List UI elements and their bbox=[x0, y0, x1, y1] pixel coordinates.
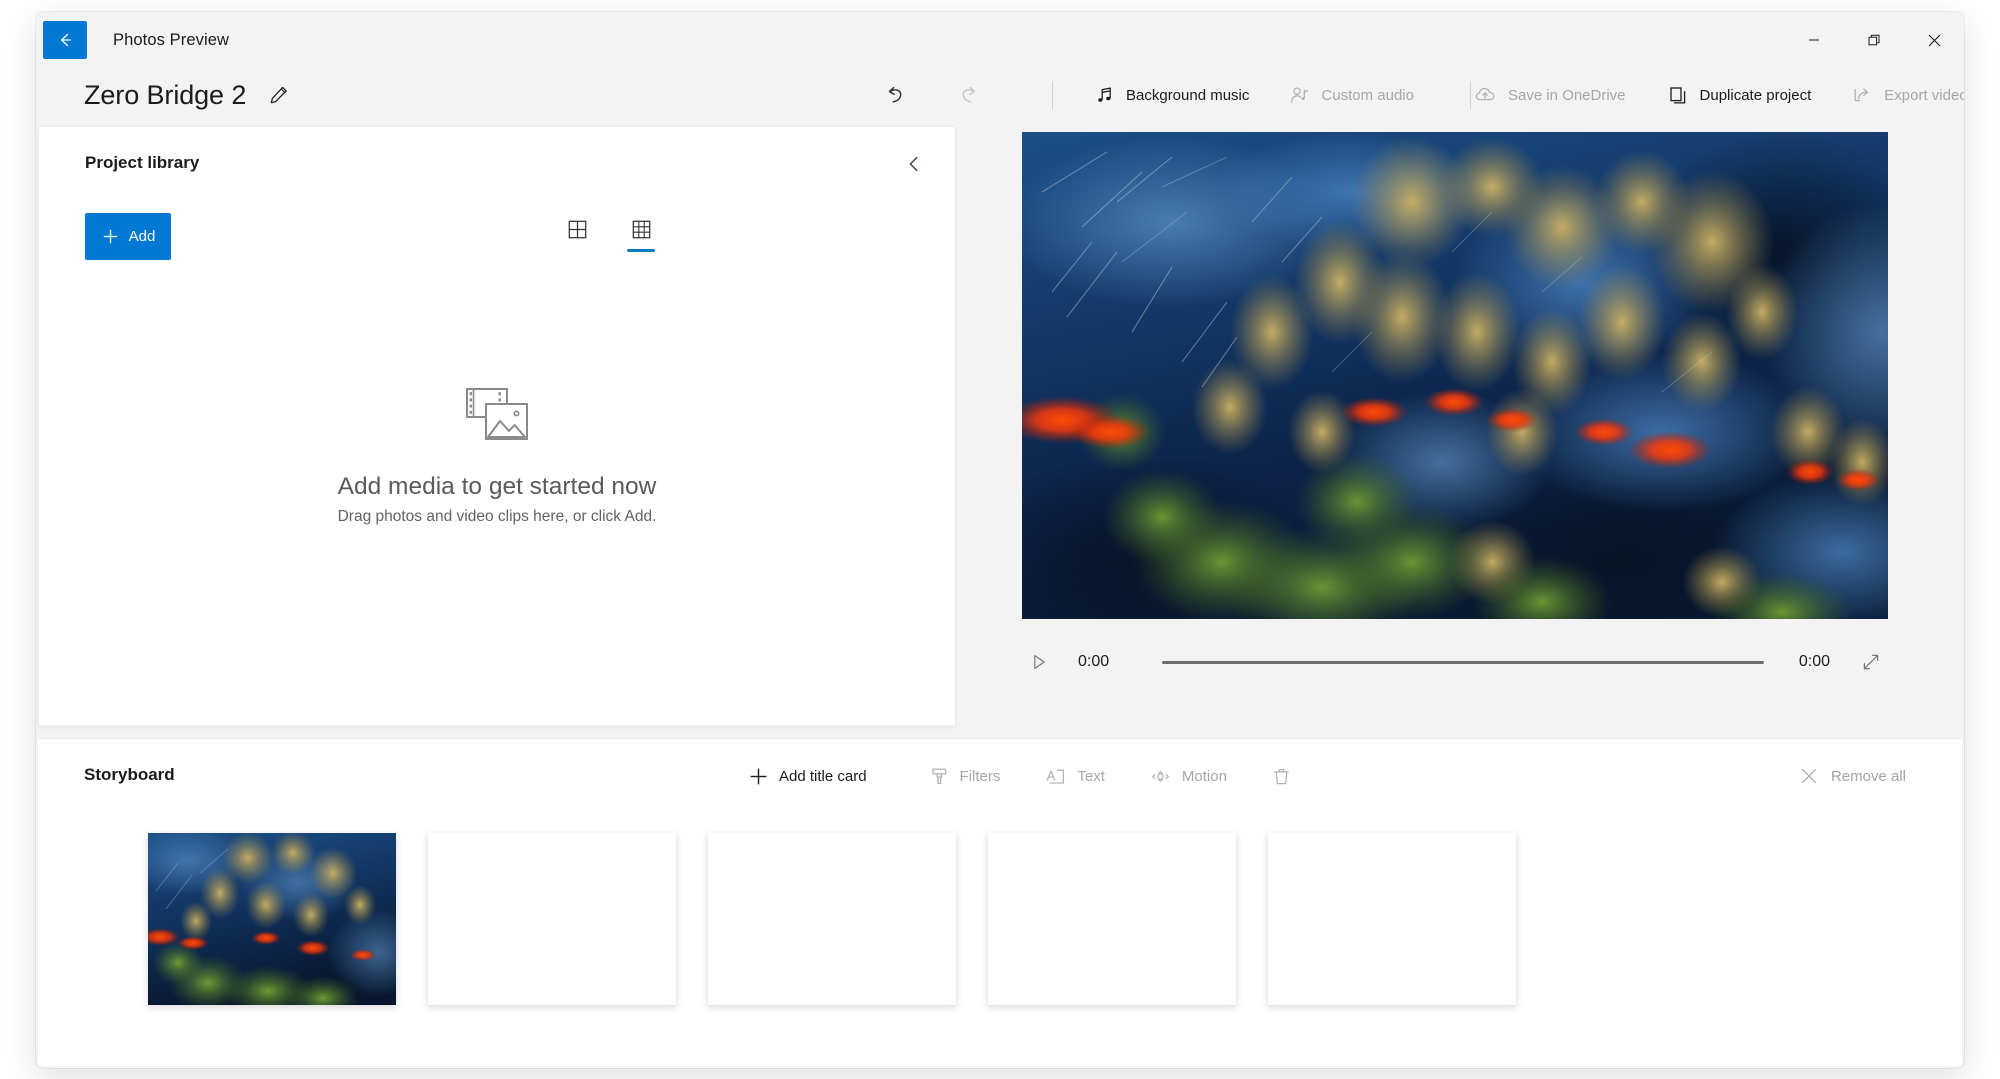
scrubber-track bbox=[1162, 660, 1764, 664]
storyboard-header: Storyboard Add title card Filters Text M… bbox=[38, 739, 1962, 815]
tool-label: Export video bbox=[1884, 86, 1964, 104]
storyboard-toolbar: Add title card Filters Text Motion bbox=[738, 757, 1312, 795]
filters-button[interactable]: Filters bbox=[919, 757, 1011, 795]
back-arrow-icon bbox=[60, 33, 72, 47]
view-toggle-underline bbox=[563, 249, 591, 252]
window-controls bbox=[1784, 12, 1964, 68]
storyboard-panel: Storyboard Add title card Filters Text M… bbox=[38, 738, 1962, 1066]
media-placeholder-icon bbox=[466, 388, 528, 440]
project-name-group: Zero Bridge 2 bbox=[84, 80, 294, 111]
large-thumbnail-view-toggle[interactable] bbox=[559, 219, 595, 252]
storyboard-card-1[interactable] bbox=[148, 833, 396, 1005]
toolbar-divider bbox=[1052, 81, 1053, 109]
add-title-card-button[interactable]: Add title card bbox=[738, 757, 877, 795]
chevron-left-icon bbox=[909, 157, 918, 171]
current-time-label: 0:00 bbox=[1078, 653, 1110, 670]
play-button[interactable] bbox=[1022, 645, 1056, 679]
background-music-button[interactable]: Background music bbox=[1084, 76, 1259, 114]
empty-state-title: Add media to get started now bbox=[337, 473, 657, 500]
undo-icon bbox=[888, 86, 902, 103]
remove-all-button[interactable]: Remove all bbox=[1789, 757, 1916, 795]
close-x-icon bbox=[1801, 768, 1817, 784]
tool-label: Save in OneDrive bbox=[1507, 86, 1626, 104]
minimize-button[interactable] bbox=[1784, 12, 1844, 68]
desktop-backdrop: Photos Preview Zero Bridge 2 Background … bbox=[0, 0, 2000, 1079]
title-bar: Photos Preview bbox=[36, 12, 1964, 68]
restore-icon bbox=[1868, 34, 1879, 45]
add-media-label: Add bbox=[128, 228, 156, 245]
total-time-label: 0:00 bbox=[1798, 653, 1830, 670]
pencil-icon bbox=[270, 86, 288, 104]
trash-icon bbox=[1274, 768, 1289, 784]
music-note-icon bbox=[1098, 86, 1111, 102]
share-export-icon bbox=[1854, 88, 1869, 102]
wildfire-aerial-photo bbox=[1022, 132, 1888, 619]
sb-tool-label: Text bbox=[1077, 767, 1105, 785]
tool-label: Custom audio bbox=[1321, 86, 1414, 104]
redo-icon bbox=[962, 86, 976, 103]
grid-2x2-icon bbox=[568, 220, 586, 239]
photos-app-window: Photos Preview Zero Bridge 2 Background … bbox=[36, 12, 1964, 1068]
undo-button[interactable] bbox=[878, 78, 912, 112]
remove-all-label: Remove all bbox=[1830, 767, 1906, 785]
rename-project-button[interactable] bbox=[264, 80, 294, 110]
small-thumbnail-view-toggle[interactable] bbox=[623, 219, 659, 252]
app-title: Photos Preview bbox=[113, 30, 230, 49]
minimize-icon bbox=[1809, 39, 1819, 41]
duplicate-project-button[interactable]: Duplicate project bbox=[1658, 76, 1822, 114]
collapse-library-button[interactable] bbox=[895, 145, 933, 183]
library-view-toggles bbox=[559, 219, 659, 252]
play-triangle-icon bbox=[1034, 655, 1045, 669]
storyboard-card-4[interactable] bbox=[988, 833, 1236, 1005]
video-preview-pane: 0:00 0:00 bbox=[976, 112, 1964, 670]
storyboard-card-2[interactable] bbox=[428, 833, 676, 1005]
view-toggle-underline bbox=[627, 249, 655, 252]
playback-controls: 0:00 0:00 bbox=[1022, 642, 1888, 682]
video-preview-frame[interactable] bbox=[1022, 132, 1888, 619]
back-button[interactable] bbox=[43, 21, 87, 59]
motion-arrows-icon bbox=[1151, 770, 1169, 782]
maximize-button[interactable] bbox=[1844, 12, 1904, 68]
brush-icon bbox=[931, 768, 946, 784]
sb-tool-label: Filters bbox=[959, 767, 1001, 785]
close-icon bbox=[1928, 34, 1940, 46]
history-buttons bbox=[878, 68, 986, 122]
cloud-upload-icon bbox=[1475, 87, 1495, 100]
plus-icon bbox=[103, 229, 117, 244]
plus-icon bbox=[750, 768, 767, 784]
tool-label: Background music bbox=[1126, 86, 1250, 104]
fullscreen-button[interactable] bbox=[1854, 645, 1888, 679]
add-media-button[interactable]: Add bbox=[85, 213, 171, 260]
project-library-title: Project library bbox=[85, 153, 200, 172]
storyboard-card-5[interactable] bbox=[1268, 833, 1516, 1005]
grid-3x3-icon bbox=[632, 220, 650, 239]
person-audio-icon bbox=[1291, 86, 1309, 103]
storyboard-title: Storyboard bbox=[84, 765, 175, 784]
save-in-onedrive-button[interactable]: Save in OneDrive bbox=[1464, 76, 1636, 114]
redo-button[interactable] bbox=[952, 78, 986, 112]
copy-icon bbox=[1669, 86, 1685, 104]
empty-state-subtitle: Drag photos and video clips here, or cli… bbox=[337, 508, 657, 525]
close-button[interactable] bbox=[1904, 12, 1964, 68]
export-video-button[interactable]: Export video bbox=[1841, 76, 1964, 114]
project-title: Zero Bridge 2 bbox=[84, 79, 247, 110]
sb-tool-label: Motion bbox=[1181, 767, 1227, 785]
storyboard-card-3[interactable] bbox=[708, 833, 956, 1005]
sb-tool-label: Add title card bbox=[779, 767, 867, 785]
delete-clip-button[interactable] bbox=[1261, 757, 1312, 795]
custom-audio-button[interactable]: Custom audio bbox=[1279, 76, 1424, 114]
tool-label: Duplicate project bbox=[1699, 86, 1812, 104]
storyboard-strip bbox=[148, 833, 1516, 1005]
text-box-icon bbox=[1047, 769, 1065, 784]
project-library-panel: Project library Add Add media to get sta… bbox=[38, 126, 956, 726]
expand-diagonal-icon bbox=[1863, 654, 1879, 670]
motion-button[interactable]: Motion bbox=[1139, 757, 1237, 795]
text-button[interactable]: Text bbox=[1034, 757, 1115, 795]
playback-scrubber[interactable] bbox=[1162, 653, 1764, 671]
storyboard-thumbnail-wildfire bbox=[148, 833, 396, 1005]
library-empty-state: Add media to get started now Drag photos… bbox=[39, 385, 955, 526]
